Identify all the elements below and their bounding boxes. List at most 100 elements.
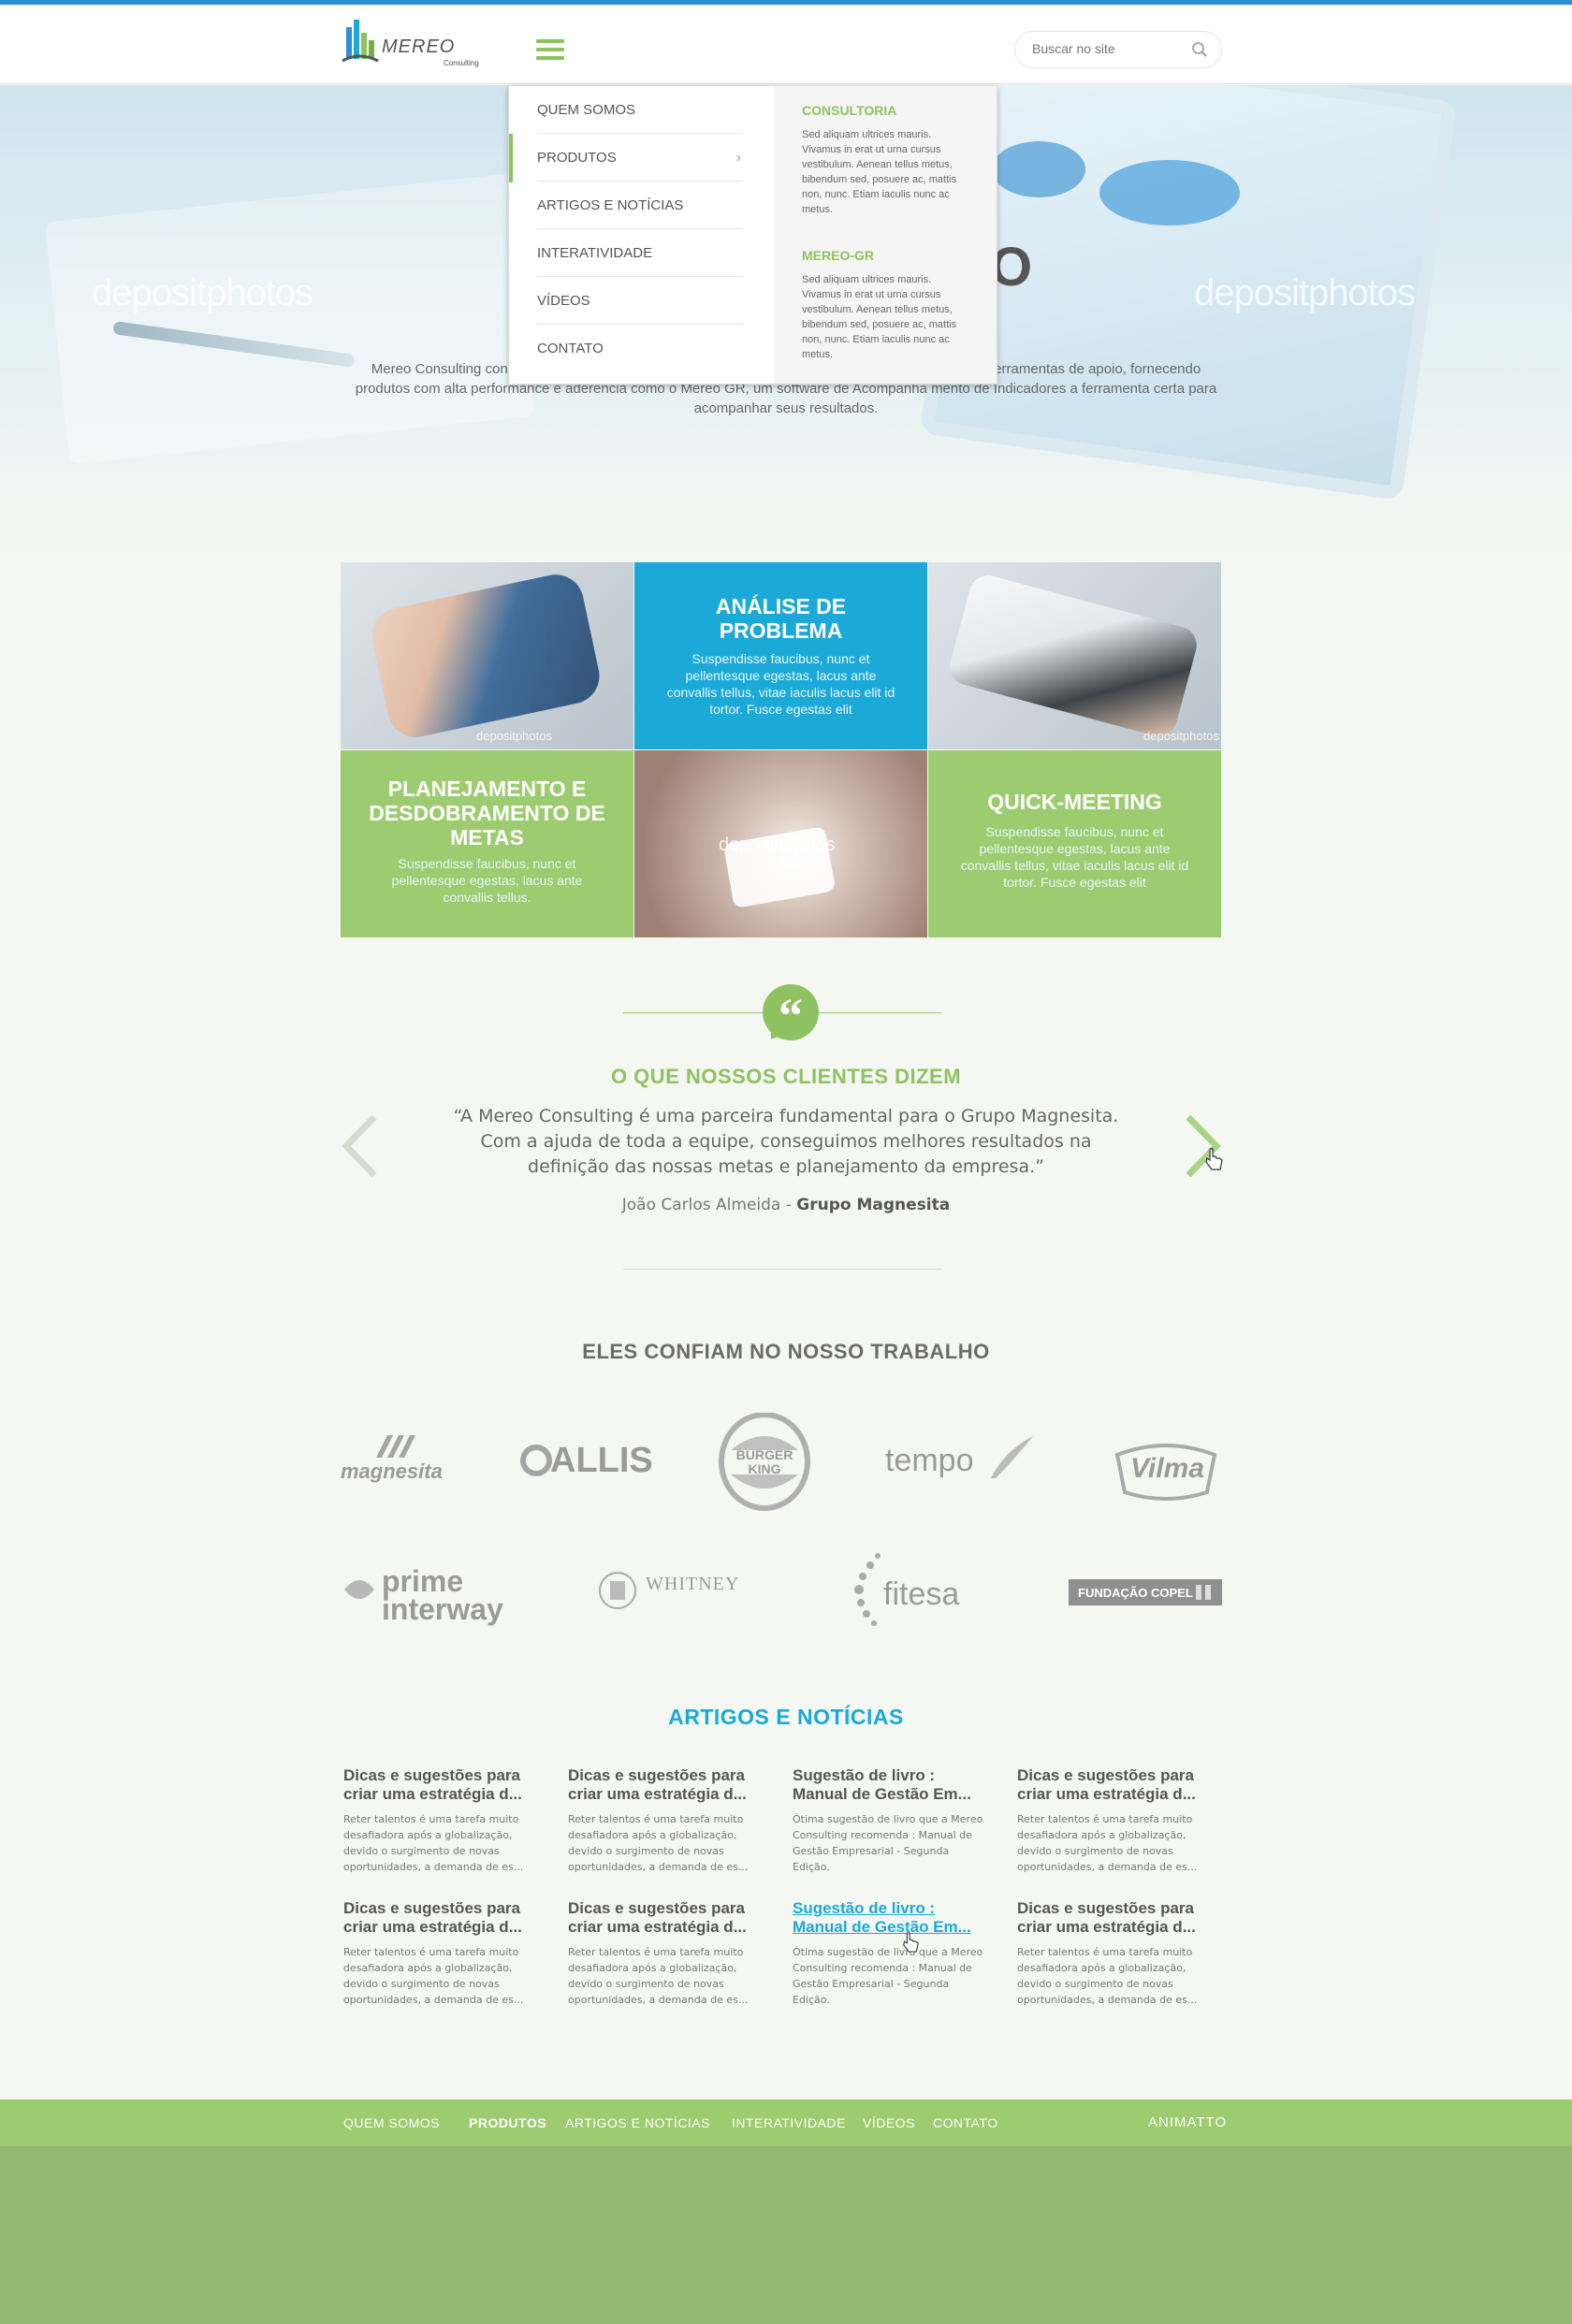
client-logo-prime: prime interway xyxy=(341,1566,503,1624)
client-name: WHITNEY xyxy=(646,1574,740,1594)
article-title-link[interactable]: Dicas e sugestões para criar uma estraté… xyxy=(568,1766,764,1808)
article-card[interactable]: Dicas e sugestões para criar uma estraté… xyxy=(568,1899,764,2008)
submenu-consultoria-link[interactable]: CONSULTORIA xyxy=(802,103,896,118)
article-title-link[interactable]: Dicas e sugestões para criar uma estraté… xyxy=(343,1899,540,1940)
tile-photo-meeting[interactable]: depositphotos xyxy=(928,562,1221,749)
article-title-link[interactable]: Dicas e sugestões para criar uma estraté… xyxy=(1017,1766,1214,1808)
logo-building-icon xyxy=(342,20,379,63)
tempo-feather-icon xyxy=(991,1436,1033,1478)
client-name: prime interway xyxy=(382,1564,503,1626)
tile-planejamento[interactable]: PLANEJAMENTO E DESDOBRAMENTO DE METAS Su… xyxy=(341,750,633,937)
article-excerpt: Reter talentos é uma tarefa muito desafi… xyxy=(343,1813,524,1873)
mereo-logo[interactable]: MEREO Consulting xyxy=(341,14,490,70)
articles-heading: ARTIGOS E NOTÍCIAS xyxy=(668,1705,904,1729)
article-title-link[interactable]: Dicas e sugestões para criar uma estraté… xyxy=(343,1766,540,1808)
tile-text: Suspendisse faucibus, nunc et pellentesq… xyxy=(666,651,895,717)
tile-photo-tablet[interactable]: depositphotos xyxy=(341,562,633,749)
menu-item-quem-somos[interactable]: QUEM SOMOS xyxy=(537,86,743,134)
divider-line xyxy=(623,1269,941,1270)
fitesa-dots-icon xyxy=(854,1553,881,1626)
search-input[interactable] xyxy=(1032,41,1182,56)
testimonial-author: João Carlos Almeida - Grupo Magnesita xyxy=(0,1196,1572,1214)
article-card[interactable]: Sugestão de livro : Manual de Gestão Em.… xyxy=(793,1899,989,2008)
client-logo-fundacao-copel: FUNDAÇÃO COPEL xyxy=(1069,1579,1222,1605)
submenu-mereo-gr-text: Sed aliquam ultrices mauris. Vivamus in … xyxy=(802,274,957,360)
magnesita-mark-icon xyxy=(376,1435,415,1458)
submenu-consultoria-text: Sed aliquam ultrices mauris. Vivamus in … xyxy=(802,129,957,215)
menu-item-label: PRODUTOS xyxy=(537,150,617,166)
watermark: depositphotos xyxy=(719,835,836,855)
article-excerpt: Ótima sugestão de livro que a Mereo Cons… xyxy=(793,1946,983,2006)
footer-nav: QUEM SOMOS PRODUTOS ARTIGOS E NOTÍCIAS I… xyxy=(0,2099,1572,2146)
tile-photo-puzzle[interactable]: depositphotos xyxy=(634,750,927,937)
submenu-panel: CONSULTORIA Sed aliquam ultrices mauris.… xyxy=(774,86,997,384)
menu-item-produtos[interactable]: PRODUTOS › xyxy=(537,134,743,182)
tile-title: PLANEJAMENTO E DESDOBRAMENTO DE METAS xyxy=(369,777,605,850)
client-name: tempo xyxy=(885,1443,974,1478)
article-card[interactable]: Dicas e sugestões para criar uma estraté… xyxy=(343,1766,540,1875)
tile-quick-meeting[interactable]: QUICK-MEETING Suspendisse faucibus, nunc… xyxy=(928,750,1221,937)
site-header: MEREO Consulting xyxy=(0,5,1572,84)
client-name: FUNDAÇÃO COPEL xyxy=(1078,1586,1193,1600)
menu-item-artigos[interactable]: ARTIGOS E NOTÍCIAS xyxy=(537,182,743,229)
article-title-link[interactable]: Dicas e sugestões para criar uma estraté… xyxy=(568,1899,764,1940)
menu-toggle-button[interactable] xyxy=(536,39,564,60)
footer-link-videos[interactable]: VÍDEOS xyxy=(863,2115,915,2130)
tile-analise-problema[interactable]: ANÁLISE DE PROBLEMA Suspendisse faucibus… xyxy=(634,562,927,749)
article-card[interactable]: Dicas e sugestões para criar uma estraté… xyxy=(568,1766,764,1875)
article-excerpt: Reter talentos é uma tarefa muito desafi… xyxy=(1017,1946,1198,2006)
animatto-brand-logo[interactable]: ANIMATTO xyxy=(1148,2114,1227,2130)
menu-item-contato[interactable]: CONTATO xyxy=(537,325,743,372)
testimonial-quote: “A Mereo Consulting é uma parceira funda… xyxy=(453,1106,1119,1177)
tile-title: QUICK-MEETING xyxy=(987,790,1162,814)
prev-arrow-icon[interactable] xyxy=(341,1113,378,1179)
article-excerpt: Reter talentos é uma tarefa muito desafi… xyxy=(343,1946,524,2006)
article-excerpt: Reter talentos é uma tarefa muito desafi… xyxy=(1017,1813,1198,1873)
submenu-mereo-gr-link[interactable]: MEREO-GR xyxy=(802,248,874,263)
client-logo-magnesita: magnesita xyxy=(341,1431,453,1488)
menu-item-videos[interactable]: VÍDEOS xyxy=(537,277,743,325)
hero-pie-chart-image xyxy=(1099,160,1240,225)
whitney-seal-icon xyxy=(599,1572,636,1609)
client-name: fitesa xyxy=(883,1576,960,1612)
footer-link-artigos[interactable]: ARTIGOS E NOTÍCIAS xyxy=(565,2115,710,2130)
hand-cursor-icon xyxy=(903,1932,919,1953)
testimonial-heading: O QUE NOSSOS CLIENTES DIZEM xyxy=(610,1065,962,1088)
client-name: ALLIS xyxy=(550,1441,653,1480)
tile-title: ANÁLISE DE PROBLEMA xyxy=(715,594,847,643)
article-card[interactable]: Dicas e sugestões para criar uma estraté… xyxy=(343,1899,540,2008)
article-card[interactable]: Dicas e sugestões para criar uma estraté… xyxy=(1017,1899,1214,2008)
footer-link-produtos[interactable]: PRODUTOS xyxy=(469,2115,546,2130)
client-logo-allis: ALLIS xyxy=(518,1441,653,1483)
article-card[interactable]: Dicas e sugestões para criar uma estraté… xyxy=(1017,1766,1214,1875)
allis-ring-icon xyxy=(520,1445,552,1476)
article-card[interactable]: Sugestão de livro : Manual de Gestão Em.… xyxy=(793,1766,989,1875)
client-logo-burger-king: BURGER KING xyxy=(718,1412,811,1511)
divider-line xyxy=(818,1012,941,1013)
watermark: depositphotos xyxy=(476,729,552,743)
client-logo-vilma: Vilma xyxy=(1110,1436,1222,1511)
chevron-right-icon: › xyxy=(735,150,741,166)
menu-item-interatividade[interactable]: INTERATIVIDADE xyxy=(537,229,743,277)
main-menu-dropdown: QUEM SOMOS PRODUTOS › ARTIGOS E NOTÍCIAS… xyxy=(508,85,997,385)
client-logo-whitney: WHITNEY xyxy=(597,1570,747,1613)
search-icon[interactable] xyxy=(1191,41,1208,58)
divider-line xyxy=(623,1012,764,1013)
logo-subtitle: Consulting xyxy=(444,59,479,67)
watermark: depositphotos xyxy=(1143,729,1219,743)
logo-wordmark: MEREO xyxy=(382,36,456,57)
footer-link-quem-somos[interactable]: QUEM SOMOS xyxy=(343,2115,440,2130)
office-meeting-image xyxy=(945,571,1201,741)
client-logo-fitesa: fitesa xyxy=(850,1548,971,1633)
article-excerpt: Reter talentos é uma tarefa muito desafi… xyxy=(568,1946,749,2006)
clients-heading: ELES CONFIAM NO NOSSO TRABALHO xyxy=(582,1340,990,1363)
author-company: Grupo Magnesita xyxy=(796,1196,951,1214)
footer-link-interatividade[interactable]: INTERATIVIDADE xyxy=(732,2115,846,2130)
article-title-link[interactable]: Dicas e sugestões para criar uma estraté… xyxy=(1017,1899,1214,1940)
article-excerpt: Reter talentos é uma tarefa muito desafi… xyxy=(568,1813,749,1873)
footer-link-contato[interactable]: CONTATO xyxy=(933,2115,998,2130)
article-title-link-hover[interactable]: Sugestão de livro : Manual de Gestão Em.… xyxy=(793,1899,989,1940)
article-title-link[interactable]: Sugestão de livro : Manual de Gestão Em.… xyxy=(793,1766,989,1808)
search-box[interactable] xyxy=(1014,31,1222,68)
tile-text: Suspendisse faucibus, nunc et pellentesq… xyxy=(391,856,583,905)
